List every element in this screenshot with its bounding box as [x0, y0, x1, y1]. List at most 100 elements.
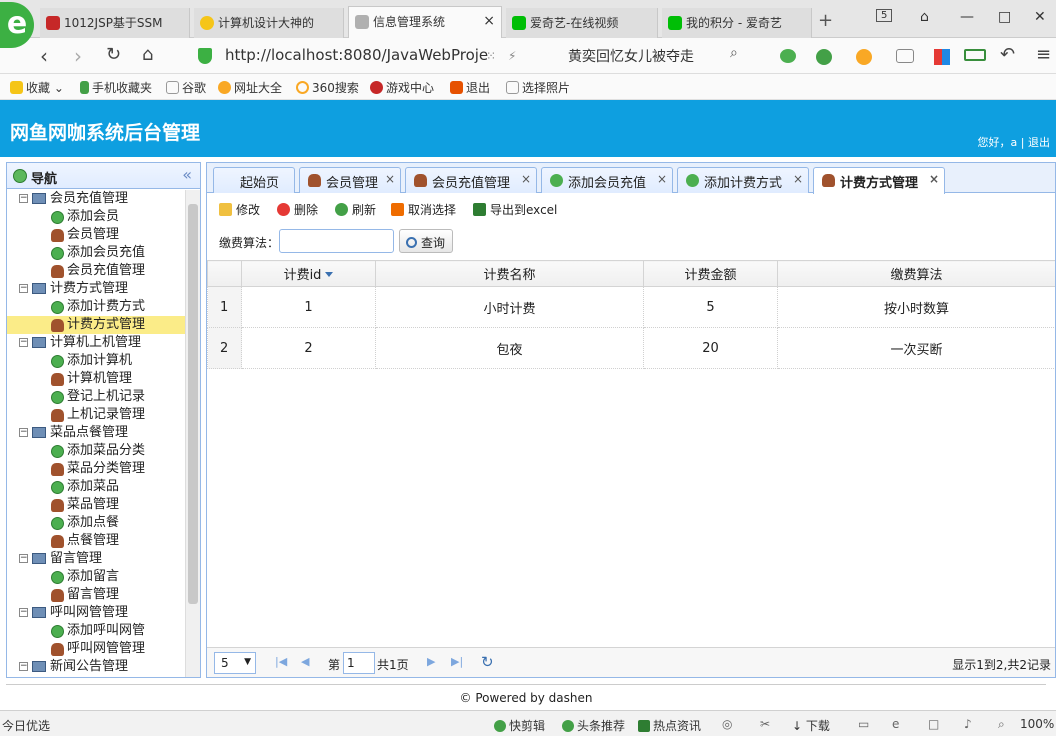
bookmark-360[interactable]: 360搜索 — [296, 79, 359, 96]
pager-refresh-icon[interactable]: ↻ — [481, 653, 494, 671]
url-input[interactable]: http://localhost:8080/JavaWebProje — [225, 46, 488, 64]
table-row[interactable]: 1 1 小时计费 5 按小时数算 — [207, 286, 1055, 328]
bookmark-mobile[interactable]: 手机收藏夹 — [80, 79, 152, 96]
nav-item[interactable]: 添加会员充值 — [7, 244, 185, 262]
tab-member-management[interactable]: 会员管理 × — [299, 167, 401, 193]
search-button[interactable]: 查询 — [399, 229, 453, 253]
tab-home[interactable]: 起始页 — [213, 167, 295, 193]
nav-item[interactable]: 添加留言 — [7, 568, 185, 586]
lightning-icon[interactable]: ⚡ — [508, 49, 516, 63]
nav-item[interactable]: 计费方式管理 — [7, 316, 185, 334]
hot-search-text[interactable]: 黄奕回忆女儿被夺走 — [568, 46, 694, 66]
battery-icon[interactable] — [964, 49, 986, 61]
page-number-input[interactable]: 1 — [343, 652, 375, 674]
nav-item[interactable]: 添加点餐 — [7, 514, 185, 532]
bookmark-exit[interactable]: 退出 — [450, 79, 490, 96]
nav-group[interactable]: − 计算机上机管理 — [7, 334, 185, 352]
first-page-icon[interactable]: |◀ — [275, 655, 287, 668]
forward-icon[interactable]: › — [74, 44, 82, 68]
page-size-select[interactable]: 5 ▼ — [214, 652, 256, 674]
collapse-toggle-icon[interactable]: − — [19, 608, 28, 617]
bookmark-favorites[interactable]: 收藏 ⌄ — [10, 79, 64, 96]
scrollbar-thumb[interactable] — [188, 204, 198, 604]
status-window-icon[interactable]: ▭ — [858, 717, 869, 731]
column-amount[interactable]: 计费金额 — [643, 260, 778, 287]
nav-group[interactable]: − 菜品点餐管理 — [7, 424, 185, 442]
status-speed-icon[interactable]: ◎ — [722, 717, 732, 731]
new-tab-button[interactable]: + — [818, 10, 833, 31]
close-tab-icon[interactable]: × — [521, 172, 531, 186]
nav-group[interactable]: − 会员充值管理 — [7, 190, 185, 208]
tab-add-recharge[interactable]: 添加会员充值 × — [541, 167, 673, 193]
next-page-icon[interactable]: ▶ — [427, 655, 435, 668]
export-excel-button[interactable]: 导出到excel — [473, 201, 557, 218]
collapse-toggle-icon[interactable]: − — [19, 284, 28, 293]
nav-scrollbar[interactable] — [185, 190, 200, 677]
close-tab-icon[interactable]: × — [483, 13, 495, 29]
maximize-icon[interactable]: □ — [998, 9, 1011, 25]
volume-icon[interactable]: ♪ — [964, 717, 972, 731]
nav-group[interactable]: − 计费方式管理 — [7, 280, 185, 298]
browser-tab-4[interactable]: 爱奇艺-在线视频 — [506, 8, 658, 38]
close-tab-icon[interactable]: × — [385, 172, 395, 186]
close-tab-icon[interactable]: × — [793, 172, 803, 186]
collapse-toggle-icon[interactable]: − — [19, 194, 28, 203]
tab-recharge-management[interactable]: 会员充值管理 × — [405, 167, 537, 193]
bookmark-games[interactable]: 游戏中心 — [370, 79, 434, 96]
nav-item[interactable]: 添加会员 — [7, 208, 185, 226]
nav-item[interactable]: 添加菜品 — [7, 478, 185, 496]
apps-icon[interactable] — [934, 49, 950, 65]
nav-item[interactable]: 计算机管理 — [7, 370, 185, 388]
collapse-toggle-icon[interactable]: − — [19, 662, 28, 671]
status-ie-icon[interactable]: e — [892, 717, 899, 731]
status-headlines[interactable]: 头条推荐 — [562, 717, 625, 734]
reload-icon[interactable]: ↻ — [106, 44, 121, 65]
home-icon[interactable]: ⌂ — [142, 44, 153, 65]
undo-icon[interactable]: ↶ — [1000, 44, 1015, 65]
nav-item[interactable]: 留言管理 — [7, 586, 185, 604]
bookmark-sites[interactable]: 网址大全 — [218, 79, 282, 96]
nav-item[interactable]: 菜品分类管理 — [7, 460, 185, 478]
column-name[interactable]: 计费名称 — [375, 260, 644, 287]
status-tools-icon[interactable]: ✂ — [760, 717, 770, 731]
tab-count-badge[interactable]: 5 — [876, 9, 893, 22]
nav-item[interactable]: 菜品管理 — [7, 496, 185, 514]
browser-tab-2[interactable]: 计算机设计大神的 — [194, 8, 344, 38]
status-screen-icon[interactable]: □ — [928, 717, 939, 731]
user-greeting[interactable]: 您好，a | 退出 — [978, 134, 1050, 150]
collapse-toggle-icon[interactable]: − — [19, 428, 28, 437]
collapse-toggle-icon[interactable]: − — [19, 554, 28, 563]
nav-item[interactable]: 添加菜品分类 — [7, 442, 185, 460]
bookmark-google[interactable]: 谷歌 — [166, 79, 206, 96]
back-icon[interactable]: ‹ — [40, 44, 48, 68]
close-window-icon[interactable]: ✕ — [1034, 9, 1046, 25]
collapse-icon[interactable]: « — [182, 165, 192, 184]
collapse-toggle-icon[interactable]: − — [19, 338, 28, 347]
close-tab-icon[interactable]: × — [929, 172, 939, 186]
scissors-icon[interactable] — [780, 49, 796, 63]
close-tab-icon[interactable]: × — [657, 172, 667, 186]
column-id[interactable]: 计费id — [241, 260, 376, 287]
zoom-level[interactable]: 100% — [1020, 717, 1054, 731]
nav-group[interactable]: − 新闻公告管理 — [7, 658, 185, 676]
nav-item[interactable]: 会员充值管理 — [7, 262, 185, 280]
nav-item[interactable]: 添加计费方式 — [7, 298, 185, 316]
browser-tab-1[interactable]: 1012JSP基于SSM — [40, 8, 190, 38]
browser-tab-3-active[interactable]: 信息管理系统 × — [348, 6, 502, 39]
refresh-button[interactable]: 刷新 — [335, 201, 376, 218]
nav-item[interactable]: 点餐管理 — [7, 532, 185, 550]
search-input[interactable] — [279, 229, 394, 253]
edit-button[interactable]: 修改 — [219, 201, 260, 218]
nav-item[interactable]: 添加呼叫网管 — [7, 622, 185, 640]
nav-item[interactable]: 添加计算机 — [7, 352, 185, 370]
translate-icon[interactable] — [816, 49, 832, 65]
chat-icon[interactable] — [896, 49, 914, 63]
status-hot-news[interactable]: 热点资讯 — [638, 717, 701, 734]
status-quick-clip[interactable]: 快剪辑 — [494, 717, 545, 734]
nav-item[interactable]: 登记上机记录 — [7, 388, 185, 406]
delete-button[interactable]: 删除 — [277, 201, 318, 218]
table-row[interactable]: 2 2 包夜 20 一次买断 — [207, 327, 1055, 369]
nav-item[interactable]: 会员管理 — [7, 226, 185, 244]
last-page-icon[interactable]: ▶| — [451, 655, 463, 668]
shirt-icon[interactable]: ⌂ — [920, 9, 929, 25]
